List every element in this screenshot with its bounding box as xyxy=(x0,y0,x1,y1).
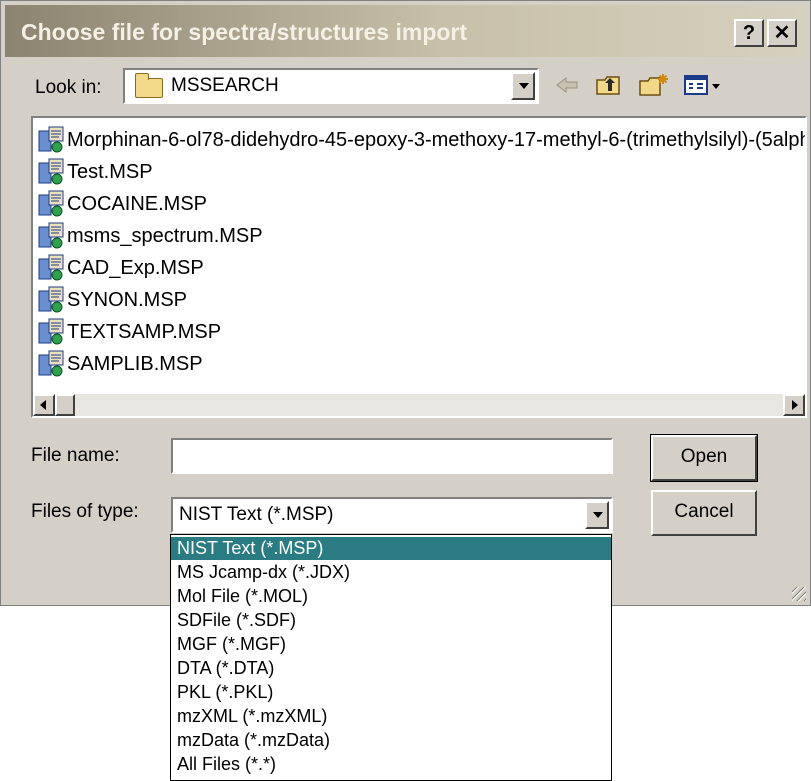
type-option[interactable]: DTA (*.DTA) xyxy=(171,657,611,680)
file-name-input[interactable] xyxy=(171,438,613,474)
files-of-type-select[interactable]: NIST Text (*.MSP) xyxy=(171,497,613,533)
file-name: Morphinan-6-ol78-didehydro-45-epoxy-3-me… xyxy=(67,128,807,151)
scroll-right-button[interactable] xyxy=(783,394,805,416)
type-option[interactable]: MGF (*.MGF) xyxy=(171,633,611,656)
type-option[interactable]: PKL (*.PKL) xyxy=(171,681,611,704)
file-item[interactable]: msms_spectrum.MSP xyxy=(37,220,263,252)
type-option[interactable]: All Files (*.*) xyxy=(171,753,611,776)
close-button[interactable]: ✕ xyxy=(767,19,797,47)
right-arrow-icon xyxy=(792,400,798,410)
file-name: SAMPLIB.MSP xyxy=(67,352,203,375)
back-arrow-icon[interactable] xyxy=(554,72,580,98)
type-option[interactable]: MS Jcamp-dx (*.JDX) xyxy=(171,561,611,584)
file-name: msms_spectrum.MSP xyxy=(67,224,263,247)
up-folder-icon[interactable] xyxy=(595,72,623,98)
file-name: COCAINE.MSP xyxy=(67,192,208,215)
new-folder-icon[interactable] xyxy=(638,72,670,98)
cancel-button[interactable]: Cancel xyxy=(651,490,757,536)
files-of-type-options[interactable]: NIST Text (*.MSP) MS Jcamp-dx (*.JDX) Mo… xyxy=(170,534,612,781)
open-button[interactable]: Open xyxy=(650,434,758,482)
view-menu-icon[interactable] xyxy=(683,72,723,98)
type-option[interactable]: mzData (*.mzData) xyxy=(171,729,611,752)
file-name: Test.MSP xyxy=(67,160,153,183)
msp-file-icon xyxy=(38,126,64,153)
files-of-type-dropdown-button[interactable] xyxy=(585,501,609,529)
look-in-label: Look in: xyxy=(35,77,102,98)
type-option[interactable]: NIST Text (*.MSP) xyxy=(171,537,611,560)
msp-file-icon xyxy=(38,350,64,377)
file-item[interactable]: COCAINE.MSP xyxy=(37,188,207,220)
horizontal-scrollbar[interactable] xyxy=(33,394,805,416)
look-in-value: MSSEARCH xyxy=(171,75,279,96)
look-in-dropdown-button[interactable] xyxy=(511,72,535,100)
msp-file-icon xyxy=(38,286,64,313)
msp-file-icon xyxy=(38,190,64,217)
dialog-title: Choose file for spectra/structures impor… xyxy=(21,19,468,45)
type-option[interactable]: Mol File (*.MOL) xyxy=(171,585,611,608)
msp-file-icon xyxy=(38,318,64,345)
files-of-type-value: NIST Text (*.MSP) xyxy=(179,504,334,525)
msp-file-icon xyxy=(38,222,64,249)
file-item[interactable]: CAD_Exp.MSP xyxy=(37,252,204,284)
file-item[interactable]: SYNON.MSP xyxy=(37,284,187,316)
folder-icon xyxy=(135,73,163,98)
type-option[interactable]: mzXML (*.mzXML) xyxy=(171,705,611,728)
help-button[interactable]: ? xyxy=(734,19,764,47)
scroll-thumb[interactable] xyxy=(55,394,75,416)
title-bar[interactable]: Choose file for spectra/structures impor… xyxy=(5,5,808,57)
file-name: TEXTSAMP.MSP xyxy=(67,320,222,343)
file-name: CAD_Exp.MSP xyxy=(67,256,204,279)
file-item[interactable]: SAMPLIB.MSP xyxy=(37,348,203,380)
type-option[interactable]: SDFile (*.SDF) xyxy=(171,609,611,632)
msp-file-icon xyxy=(38,158,64,185)
file-item[interactable]: Test.MSP xyxy=(37,156,153,188)
resize-grip-icon[interactable] xyxy=(792,587,806,601)
file-name-label: File name: xyxy=(31,445,120,466)
file-item[interactable]: Morphinan-6-ol78-didehydro-45-epoxy-3-me… xyxy=(37,124,807,156)
left-arrow-icon xyxy=(40,400,46,410)
file-item[interactable]: TEXTSAMP.MSP xyxy=(37,316,221,348)
file-dialog: Choose file for spectra/structures impor… xyxy=(0,0,811,606)
file-name: SYNON.MSP xyxy=(67,288,188,311)
scroll-left-button[interactable] xyxy=(33,394,55,416)
file-list[interactable]: Morphinan-6-ol78-didehydro-45-epoxy-3-me… xyxy=(31,116,807,418)
files-of-type-label: Files of type: xyxy=(31,501,139,522)
look-in-combo[interactable]: MSSEARCH xyxy=(123,68,539,104)
msp-file-icon xyxy=(38,254,64,281)
